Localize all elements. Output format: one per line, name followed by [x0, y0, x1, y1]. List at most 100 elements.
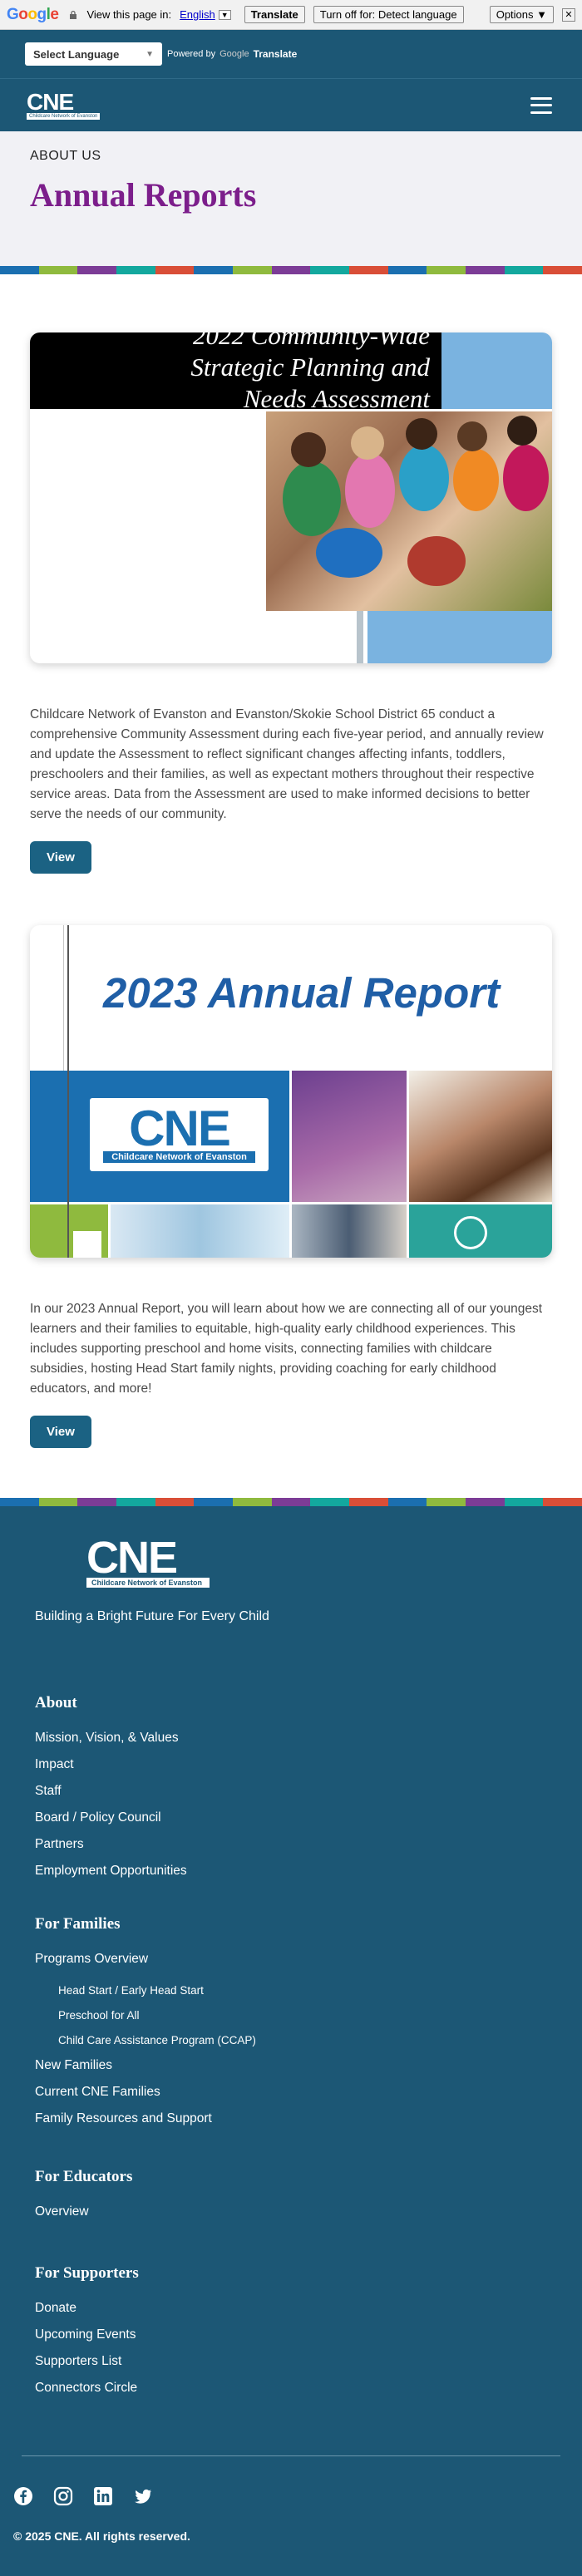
footer-link[interactable]: Donate: [35, 2299, 547, 2326]
linkedin-icon[interactable]: [93, 2486, 113, 2506]
cover-icon-box: [73, 1231, 101, 1258]
cover-green-panel: [30, 1204, 108, 1258]
close-icon[interactable]: ✕: [562, 7, 575, 22]
footer-link[interactable]: Employment Opportunities: [35, 1862, 547, 1889]
child-shape: [399, 445, 449, 511]
logo-subtitle: Childcare Network of Evanston: [27, 112, 101, 120]
child-shape: [507, 416, 537, 446]
footer-section-title: For Supporters: [35, 2264, 139, 2282]
footer-section-supporters: For Supporters Donate Upcoming Events Su…: [35, 2264, 547, 2406]
footer-logo-subtitle: Childcare Network of Evanston: [86, 1578, 210, 1588]
cover-title-line: Needs Assessment: [243, 384, 430, 409]
stripe-segment: [233, 1498, 272, 1506]
footer-link[interactable]: Supporters List: [35, 2352, 547, 2379]
instagram-icon[interactable]: [53, 2486, 73, 2506]
logo-text: CNE: [27, 88, 74, 115]
facebook-icon[interactable]: [13, 2486, 33, 2506]
language-select[interactable]: Select Language ▼: [25, 42, 162, 66]
footer-link[interactable]: Partners: [35, 1835, 547, 1862]
view-button[interactable]: View: [30, 1416, 91, 1448]
children-photo: [266, 411, 552, 611]
cover-teal-panel: [409, 1204, 552, 1258]
cover-gray-block: [357, 611, 363, 663]
stripe-segment: [194, 1498, 234, 1506]
footer-section-title: For Educators: [35, 2168, 133, 2185]
footer-link[interactable]: Overview: [35, 2203, 547, 2229]
footer-link[interactable]: Upcoming Events: [35, 2326, 547, 2352]
footer-section-title: About: [35, 1694, 77, 1712]
site-footer: CNE Childcare Network of Evanston Buildi…: [0, 1506, 582, 2576]
stripe-segment: [427, 266, 466, 274]
translate-label: Translate: [253, 48, 298, 60]
translate-button[interactable]: Translate: [244, 6, 305, 23]
child-shape: [406, 418, 437, 450]
stripe-segment: [310, 266, 350, 274]
stripe-segment: [38, 1498, 78, 1506]
stripe-segment: [504, 266, 544, 274]
footer-link[interactable]: Impact: [35, 1756, 547, 1782]
footer-divider: [22, 2455, 560, 2456]
cover-logo: CNE Childcare Network of Evanston: [90, 1098, 269, 1171]
cover-blue-block: [367, 611, 552, 663]
chevron-down-icon: ▼: [146, 49, 154, 59]
footer-link[interactable]: Mission, Vision, & Values: [35, 1729, 547, 1756]
footer-link[interactable]: Current CNE Families: [35, 2083, 547, 2110]
language-dropdown-icon[interactable]: ▼: [218, 9, 231, 20]
stripe-segment: [155, 1498, 195, 1506]
cover-logo-text: CNE: [129, 1101, 231, 1156]
menu-icon[interactable]: [530, 96, 552, 114]
stripe-segment: [116, 266, 155, 274]
report-cover-2022[interactable]: 2022 Community-Wide Strategic Planning a…: [30, 332, 552, 663]
report-cover-2023[interactable]: 2023 Annual Report CNE Childcare Network…: [30, 925, 552, 1258]
stripe-segment: [194, 266, 234, 274]
child-shape: [503, 445, 549, 511]
stripe-segment: [349, 1498, 388, 1506]
footer-link[interactable]: Family Resources and Support: [35, 2110, 547, 2136]
view-button[interactable]: View: [30, 841, 91, 874]
language-select-value: Select Language: [33, 47, 120, 61]
cover-rule: [67, 925, 69, 1258]
child-shape: [407, 536, 466, 586]
google-logo: Google: [7, 5, 59, 23]
stripe-segment: [387, 1498, 427, 1506]
cover-logo-subtitle: Childcare Network of Evanston: [103, 1151, 255, 1163]
stripe-segment: [0, 1498, 39, 1506]
options-button[interactable]: Options ▼: [489, 6, 554, 23]
color-stripe: [0, 1498, 582, 1506]
stripe-segment: [155, 266, 195, 274]
site-logo[interactable]: CNE Childcare Network of Evanston: [27, 88, 101, 120]
powered-by-label: Powered by: [167, 49, 216, 59]
language-strip: Select Language ▼ Powered by Google Tran…: [0, 30, 582, 78]
twitter-icon[interactable]: [133, 2486, 153, 2506]
stripe-segment: [271, 1498, 311, 1506]
footer-sub-link[interactable]: Preschool for All: [35, 2007, 547, 2032]
footer-logo[interactable]: CNE Childcare Network of Evanston: [86, 1535, 210, 1588]
footer-section-educators: For Educators Overview: [35, 2168, 547, 2229]
powered-by: Powered by Google Translate: [167, 48, 297, 60]
cover-title-line: 2022 Community-Wide: [193, 332, 430, 350]
stripe-segment: [349, 266, 388, 274]
view-page-text: View this page in:: [86, 8, 172, 21]
footer-sub-link[interactable]: Child Care Assistance Program (CCAP): [35, 2032, 547, 2056]
footer-link[interactable]: New Families: [35, 2056, 547, 2083]
footer-section-about: About Mission, Vision, & Values Impact S…: [35, 1694, 547, 1889]
cover-title: 2023 Annual Report: [103, 969, 501, 1017]
footer-link[interactable]: Board / Policy Council: [35, 1809, 547, 1835]
page-title: Annual Reports: [30, 176, 257, 214]
cover-photo: [292, 1071, 407, 1202]
google-mini-logo[interactable]: Google: [219, 49, 249, 59]
cover-title-line: Strategic Planning and: [190, 352, 430, 382]
footer-section-families: For Families Programs Overview Head Star…: [35, 1915, 547, 2136]
stripe-segment: [543, 266, 582, 274]
footer-sub-link[interactable]: Head Start / Early Head Start: [35, 1982, 547, 2007]
cover-blue-block: [441, 332, 552, 409]
child-shape: [457, 421, 487, 451]
child-shape: [283, 461, 341, 536]
stripe-segment: [466, 1498, 505, 1506]
child-shape: [351, 426, 384, 460]
footer-link[interactable]: Programs Overview: [35, 1950, 547, 1977]
page-language-link[interactable]: English: [180, 8, 215, 21]
footer-link[interactable]: Staff: [35, 1782, 547, 1809]
turn-off-button[interactable]: Turn off for: Detect language: [313, 6, 464, 23]
footer-link[interactable]: Connectors Circle: [35, 2379, 547, 2406]
